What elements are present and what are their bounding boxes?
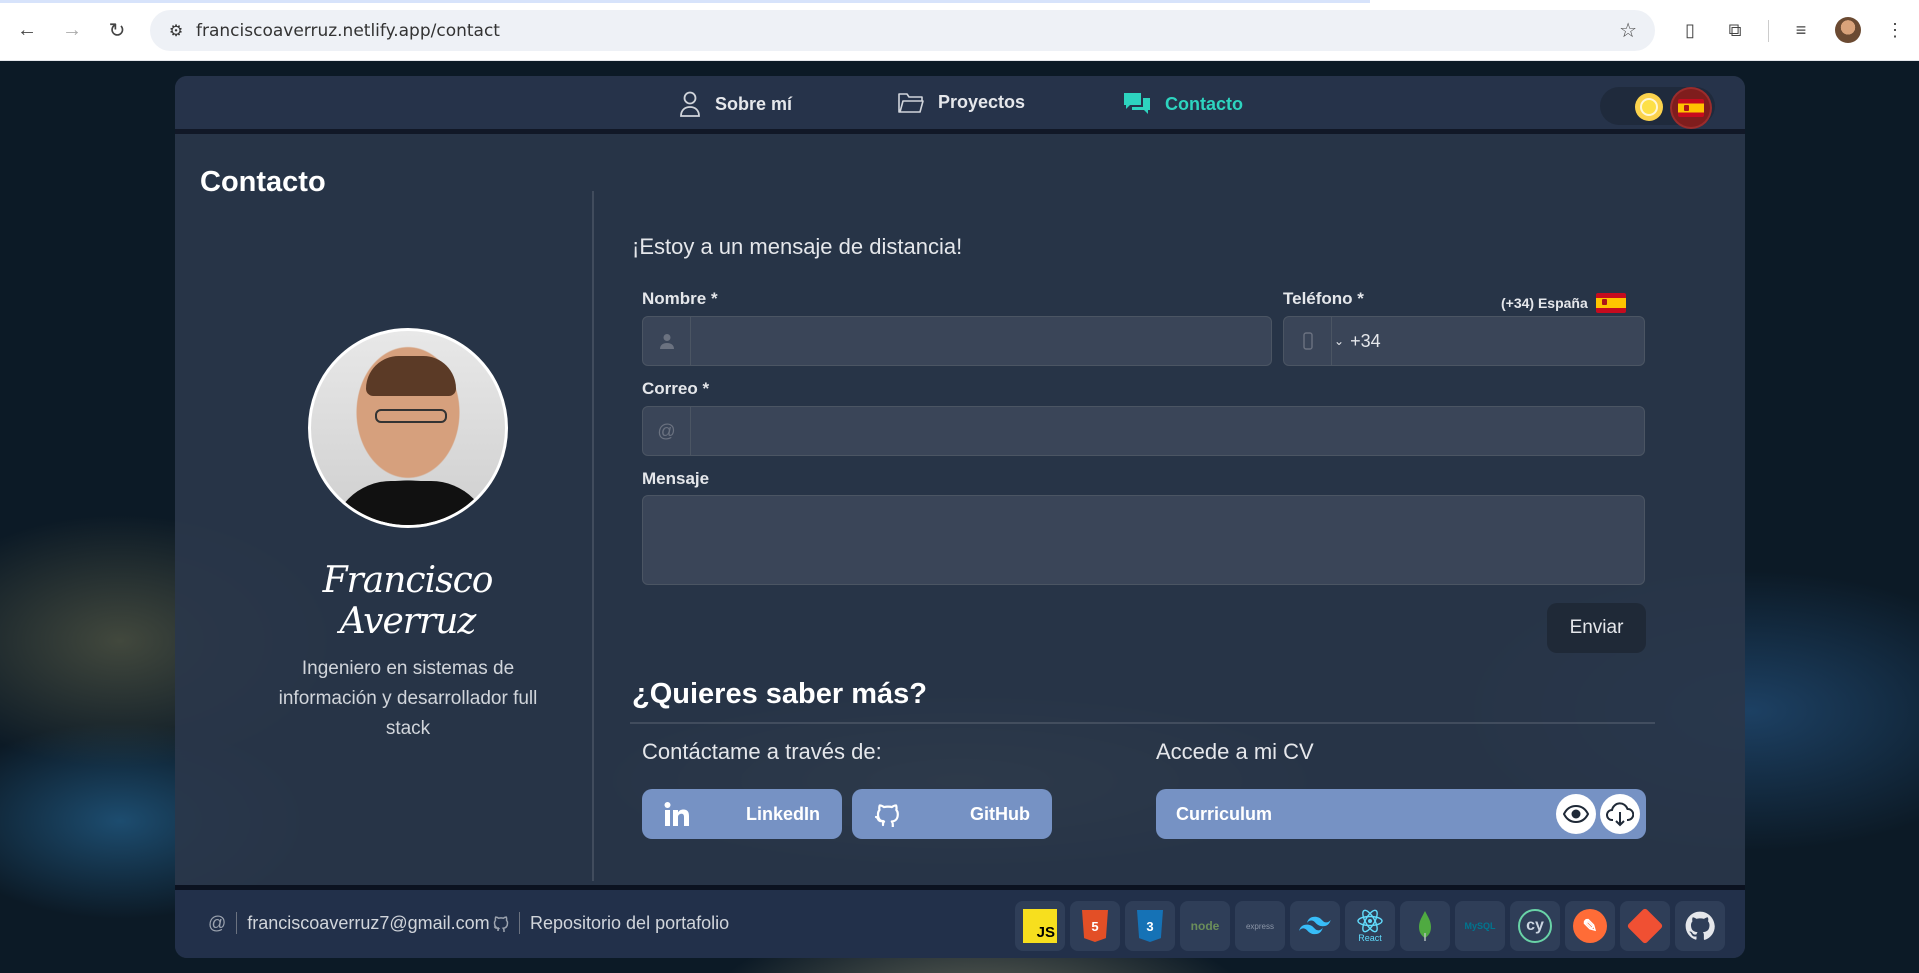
phone-field[interactable]: ⌄ +34 <box>1283 316 1645 366</box>
cypress-icon[interactable]: cy <box>1510 901 1560 951</box>
footer-repo-link[interactable]: Repositorio del portafolio <box>493 912 729 934</box>
at-icon: @ <box>643 407 691 455</box>
curriculum-label: Curriculum <box>1176 803 1273 824</box>
browser-toolbar: ← → ↻ ⚙ franciscoaverruz.netlify.app/con… <box>0 0 1919 61</box>
contact-title: Contáctame a través de: <box>642 739 882 764</box>
address-bar[interactable]: ⚙ franciscoaverruz.netlify.app/contact ☆ <box>150 10 1655 51</box>
mongodb-icon[interactable] <box>1400 901 1450 951</box>
postman-icon[interactable]: ✎ <box>1565 901 1615 951</box>
footer-email-link[interactable]: @ franciscoaverruz7@gmail.com <box>208 912 490 934</box>
github-button[interactable]: GitHub <box>852 789 1052 839</box>
extension-icon[interactable]: ▯ <box>1675 15 1705 45</box>
phone-prefix-select[interactable]: ⌄ +34 <box>1332 331 1381 352</box>
nav-label: Proyectos <box>938 91 1026 112</box>
name-label: Nombre * <box>642 289 718 308</box>
html5-icon[interactable]: 5 <box>1070 901 1120 951</box>
form-subtitle: ¡Estoy a un mensaje de distancia! <box>632 234 963 259</box>
language-button[interactable] <box>1672 89 1710 127</box>
email-field[interactable]: @ <box>642 406 1645 456</box>
back-icon[interactable]: ← <box>11 14 43 46</box>
name-field[interactable] <box>642 316 1272 366</box>
eye-icon[interactable] <box>1556 794 1596 834</box>
phone-prefix: +34 <box>1350 330 1381 351</box>
footer-repo[interactable]: Repositorio del portafolio <box>530 913 729 934</box>
url-text[interactable]: franciscoaverruz.netlify.app/contact <box>196 21 500 41</box>
menu-icon[interactable]: ⋮ <box>1880 15 1910 45</box>
footer-separator <box>236 912 238 934</box>
settings-toggles <box>1600 87 1715 127</box>
profile-role: Ingeniero en sistemas de información y d… <box>278 658 538 739</box>
nav-item-contacto[interactable]: Contacto <box>1123 91 1243 117</box>
main-card: Sobre mí Proyectos Contacto Contacto Fra… <box>175 76 1745 958</box>
folder-icon <box>898 93 924 113</box>
linkedin-icon <box>642 801 712 827</box>
message-input[interactable] <box>643 496 1644 584</box>
express-icon[interactable]: express <box>1235 901 1285 951</box>
chevron-down-icon: ⌄ <box>1334 334 1345 348</box>
phone-input[interactable] <box>1380 317 1644 365</box>
email-label: Correo * <box>642 379 710 398</box>
linkedin-button[interactable]: LinkedIn <box>642 789 842 839</box>
forward-icon[interactable]: → <box>56 14 88 46</box>
at-icon: @ <box>208 912 227 933</box>
github-icon <box>493 916 509 932</box>
bookmark-star-icon[interactable]: ☆ <box>1619 18 1637 43</box>
media-control-icon[interactable]: ≡ <box>1786 15 1816 45</box>
tailwind-icon[interactable] <box>1290 901 1340 951</box>
country-name: (+34) España <box>1501 295 1588 311</box>
message-field[interactable] <box>642 495 1645 585</box>
message-label: Mensaje <box>642 469 710 488</box>
profile-photo <box>308 328 508 528</box>
profile-avatar[interactable] <box>1835 17 1861 43</box>
react-icon[interactable]: React <box>1345 901 1395 951</box>
github-label: GitHub <box>970 803 1030 824</box>
nav-label: Sobre mí <box>715 93 793 114</box>
footer: @ franciscoaverruz7@gmail.com Repositori… <box>175 885 1745 958</box>
column-divider <box>592 191 594 881</box>
spain-flag-icon <box>1595 293 1626 313</box>
cloud-download-icon[interactable] <box>1600 794 1640 834</box>
section-divider <box>630 722 1655 724</box>
profile-name: Francisco Averruz <box>322 560 494 642</box>
phone-icon <box>1284 317 1332 365</box>
more-title: ¿Quieres saber más? <box>632 678 927 710</box>
user-icon <box>680 91 700 117</box>
email-input[interactable] <box>691 407 1644 455</box>
mysql-icon[interactable]: MySQL <box>1455 901 1505 951</box>
sun-icon[interactable] <box>1635 93 1663 121</box>
git-icon[interactable] <box>1620 901 1670 951</box>
person-icon <box>643 317 691 365</box>
name-input[interactable] <box>691 317 1271 365</box>
cv-title: Accede a mi CV <box>1156 739 1314 764</box>
chat-icon <box>1124 93 1150 114</box>
toolbar-divider <box>1768 20 1769 42</box>
reload-icon[interactable]: ↻ <box>101 14 133 46</box>
linkedin-label: LinkedIn <box>745 803 820 824</box>
nav-label: Contacto <box>1165 93 1243 114</box>
javascript-icon[interactable]: JS <box>1015 901 1065 951</box>
nodejs-icon[interactable]: node <box>1180 901 1230 951</box>
send-button[interactable]: Enviar <box>1547 603 1646 653</box>
top-navigation: Sobre mí Proyectos Contacto <box>175 76 1745 134</box>
css3-icon[interactable]: 3 <box>1125 901 1175 951</box>
github-icon <box>852 801 922 827</box>
nav-item-sobre-mi[interactable]: Sobre mí <box>679 91 792 117</box>
github-icon[interactable] <box>1675 901 1725 951</box>
footer-email[interactable]: franciscoaverruz7@gmail.com <box>247 913 489 934</box>
footer-separator <box>519 912 520 934</box>
nav-item-proyectos[interactable]: Proyectos <box>898 91 1025 113</box>
curriculum-bar: Curriculum <box>1156 789 1646 839</box>
loading-bar <box>0 0 1370 3</box>
puzzle-icon[interactable]: ⧉ <box>1720 15 1750 45</box>
spain-flag-icon <box>1678 99 1704 117</box>
phone-label: Teléfono * <box>1283 289 1364 308</box>
page-title: Contacto <box>200 166 326 198</box>
site-settings-icon[interactable]: ⚙ <box>156 21 196 41</box>
country-indicator: (+34) España <box>1501 293 1626 313</box>
